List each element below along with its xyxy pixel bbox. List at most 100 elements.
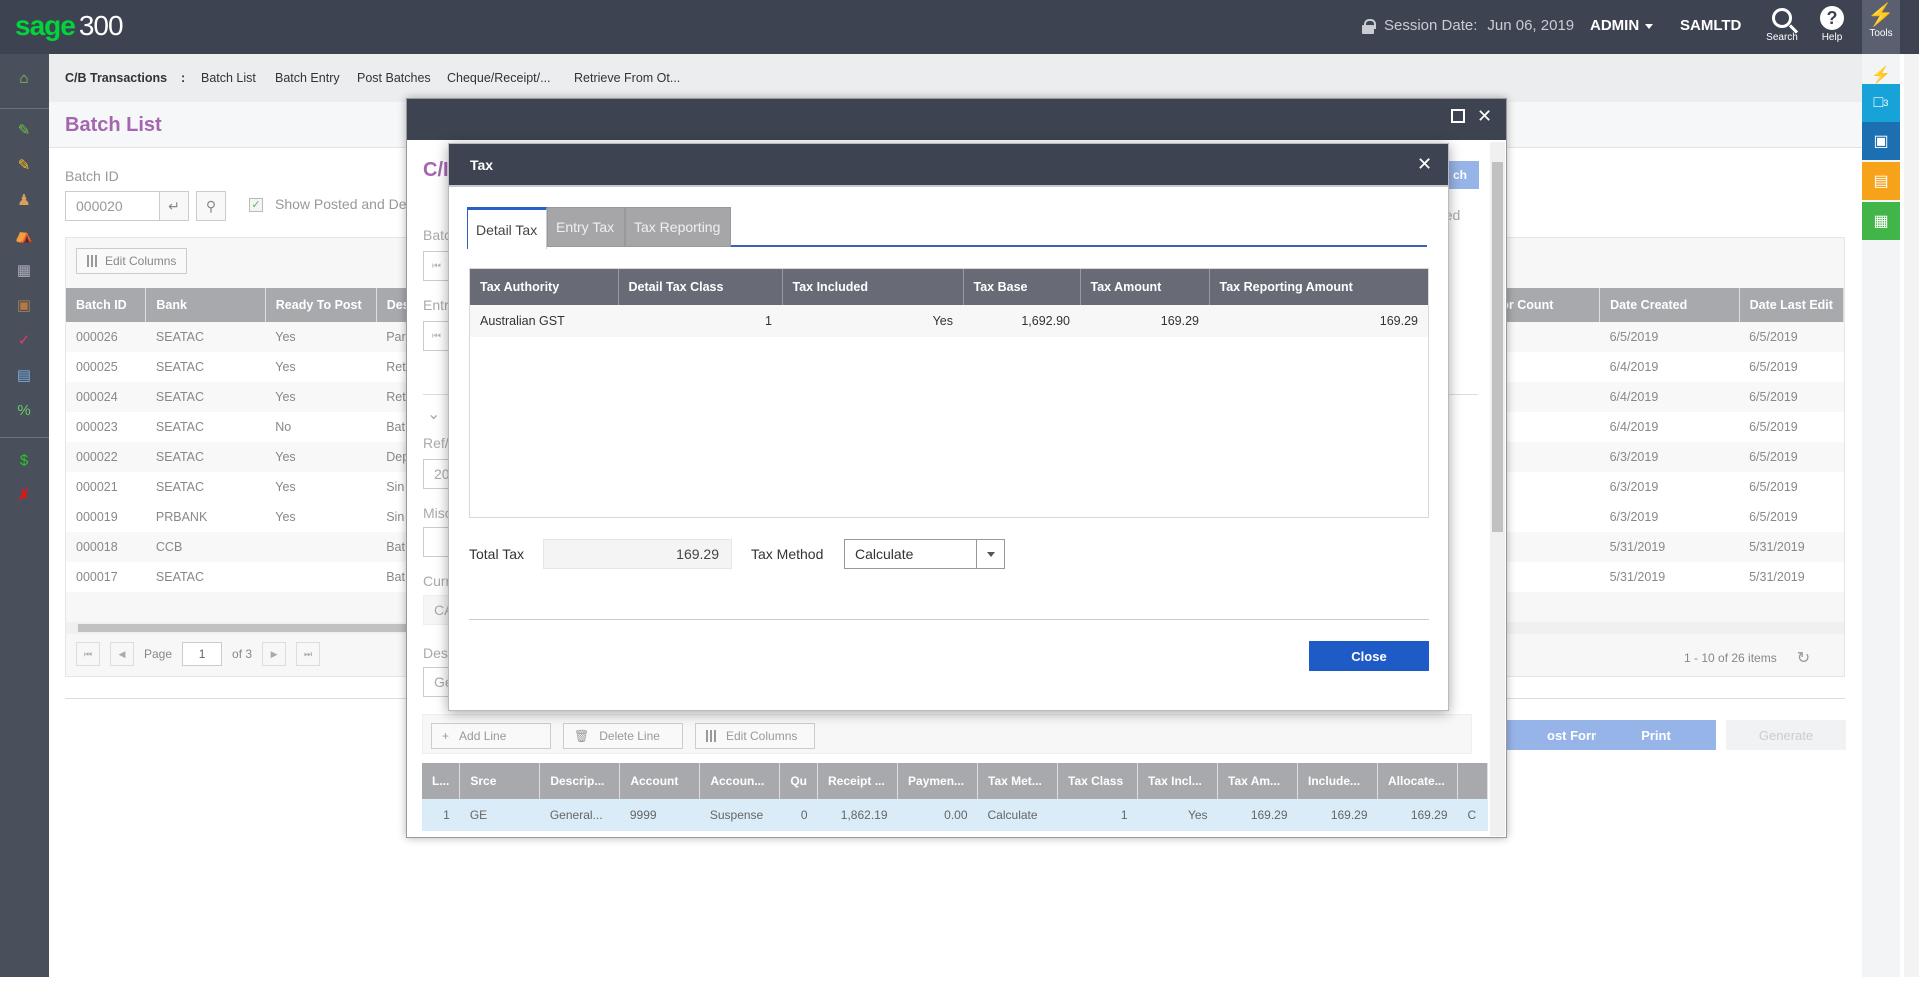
payables-icon[interactable]: ✎ — [12, 153, 36, 177]
help-button[interactable]: ? Help — [1809, 4, 1855, 43]
breadcrumb-retrieve[interactable]: Retrieve From Ot... — [574, 71, 680, 85]
scrollbar-thumb[interactable] — [1492, 162, 1503, 532]
tab-detail-tax[interactable]: Detail Tax — [467, 207, 547, 249]
detail-col-7[interactable]: Paymen... — [897, 763, 979, 799]
sage-logo[interactable]: sage 300 — [15, 10, 124, 42]
dialog-close-button[interactable]: ✕ — [1417, 154, 1432, 175]
inventory-icon[interactable]: ▣ — [12, 293, 36, 317]
refresh-icon[interactable]: ↻ — [1797, 648, 1810, 668]
col-tax-authority[interactable]: Tax Authority — [470, 269, 619, 305]
detail-cell-7: 0.00 — [897, 799, 978, 831]
breadcrumb-batch-list[interactable]: Batch List — [201, 71, 256, 85]
prev-page-icon[interactable]: ◀ — [110, 642, 134, 666]
page-scrollbar[interactable] — [1904, 54, 1919, 977]
detail-col-1[interactable]: Srce — [459, 763, 541, 799]
detail-col-14[interactable] — [1457, 763, 1489, 799]
cell-bank: SEATAC — [145, 352, 266, 382]
collapse-chevron-icon[interactable]: ⌄ — [427, 404, 440, 424]
col-detail-tax-class[interactable]: Detail Tax Class — [618, 269, 783, 305]
lock-icon — [1362, 18, 1376, 34]
cell-bank: CCB — [145, 532, 266, 562]
detail-col-12[interactable]: Include... — [1297, 763, 1379, 799]
add-line-button[interactable]: + Add Line — [431, 723, 551, 749]
show-posted-checkbox[interactable]: ✓ — [249, 198, 263, 212]
scrollbar-thumb[interactable] — [78, 624, 418, 632]
col-tax-included[interactable]: Tax Included — [782, 269, 964, 305]
batch-id-label: Batch ID — [65, 168, 119, 184]
window-scrollbar[interactable] — [1490, 142, 1505, 836]
generate-button[interactable]: Generate — [1726, 720, 1846, 750]
col-tax-base[interactable]: Tax Base — [963, 269, 1081, 305]
page-title: Batch List — [65, 114, 162, 136]
security-user-icon[interactable]: ♟ — [12, 188, 36, 212]
edit-columns-button[interactable]: Edit Columns — [695, 723, 815, 749]
tools-button[interactable]: ⚡ Tools — [1862, 0, 1900, 54]
maximize-button[interactable] — [1451, 109, 1465, 123]
col-date-created[interactable]: Date Created — [1599, 288, 1740, 322]
next-page-icon[interactable]: ▶ — [262, 642, 287, 666]
bank-icon[interactable]: ⛺ — [12, 223, 36, 247]
detail-col-9[interactable]: Tax Class — [1057, 763, 1139, 799]
detail-col-3[interactable]: Account — [619, 763, 701, 799]
cashbook-icon[interactable]: $ — [12, 448, 36, 472]
receivables-icon[interactable]: ✎ — [12, 118, 36, 142]
cell-tax-amount: 169.29 — [1080, 305, 1209, 337]
tab-entry-tax[interactable]: Entry Tax — [547, 207, 625, 247]
breadcrumb-cheque-receipt[interactable]: Cheque/Receipt/... — [447, 71, 551, 85]
order-entry-icon[interactable]: ✓ — [12, 328, 36, 352]
col-tax-reporting-amount[interactable]: Tax Reporting Amount — [1209, 269, 1428, 305]
company-building-icon[interactable]: ▦ — [12, 258, 36, 282]
col-date-last-edit[interactable]: Date Last Edit — [1739, 288, 1845, 322]
screen-settings-button[interactable]: ▣ — [1862, 122, 1900, 160]
window-close-button[interactable]: ✕ — [1477, 107, 1492, 125]
cell-id: 000024 — [66, 382, 146, 412]
detail-col-8[interactable]: Tax Met... — [977, 763, 1059, 799]
detail-col-2[interactable]: Descrip... — [539, 763, 621, 799]
edit-columns-button[interactable]: Edit Columns — [76, 248, 188, 274]
page-input[interactable]: 1 — [182, 642, 223, 666]
reports-button[interactable]: ▤ — [1862, 162, 1900, 200]
enter-icon[interactable]: ↵ — [159, 191, 189, 221]
detail-col-10[interactable]: Tax Incl... — [1137, 763, 1219, 799]
home-icon[interactable]: ⌂ — [12, 66, 36, 90]
detail-cell-4: Suspense — [699, 799, 780, 831]
batch-id-input[interactable]: 000020 — [65, 191, 160, 221]
post-form-button[interactable]: ost Form — [1497, 720, 1611, 750]
first-page-icon[interactable]: ⏮ — [76, 642, 100, 666]
close-button[interactable]: Close — [1309, 641, 1429, 671]
col-bank[interactable]: Bank — [145, 288, 266, 322]
purchase-orders-icon[interactable]: ▤ — [12, 363, 36, 387]
detail-col-4[interactable]: Accoun... — [699, 763, 781, 799]
delete-line-button[interactable]: 🗑 Delete Line — [563, 723, 683, 749]
breadcrumb-batch-entry[interactable]: Batch Entry — [275, 71, 340, 85]
user-menu[interactable]: ADMIN — [1590, 17, 1654, 34]
print-button[interactable]: Print — [1596, 720, 1716, 750]
detail-col-13[interactable]: Allocate... — [1377, 763, 1459, 799]
cell-edited: 6/5/2019 — [1739, 352, 1844, 382]
tax-method-select[interactable]: Calculate — [844, 539, 1005, 569]
search-icon[interactable]: ⚲ — [196, 191, 226, 221]
tax-services-icon[interactable]: % — [12, 398, 36, 422]
expand-nav-icon[interactable]: ⇥ — [14, 982, 27, 1002]
detail-col-11[interactable]: Tax Am... — [1217, 763, 1299, 799]
total-tax-label: Total Tax — [469, 546, 524, 562]
last-page-icon[interactable]: ⏭ — [296, 642, 321, 666]
table-row[interactable]: Australian GST 1 Yes 1,692.90 169.29 169… — [470, 305, 1428, 337]
breadcrumb-post-batches[interactable]: Post Batches — [357, 71, 431, 85]
detail-col-6[interactable]: Receipt ... — [817, 763, 899, 799]
dropdown-arrow-icon[interactable] — [976, 540, 1004, 568]
cell-ready: Yes — [265, 442, 377, 472]
col-tax-amount[interactable]: Tax Amount — [1080, 269, 1210, 305]
close-x-icon[interactable]: ✗ — [12, 483, 36, 507]
col-batch-id[interactable]: Batch ID — [66, 288, 147, 322]
detail-col-5[interactable]: Qu — [779, 763, 819, 799]
breadcrumb-module[interactable]: C/B Transactions — [65, 71, 167, 85]
windows-button[interactable]: □ 3 — [1862, 84, 1900, 122]
search-button[interactable]: Search — [1759, 4, 1805, 43]
detail-col-0[interactable]: L... — [422, 763, 461, 799]
detail-row[interactable]: 1 GE General... 9999 Suspense 0 1,862.19 0.00 Ca… — [422, 799, 1488, 831]
col-ready-to-post[interactable]: Ready To Post — [265, 288, 377, 322]
tab-tax-reporting[interactable]: Tax Reporting — [625, 207, 731, 247]
pager: ⏮ ◀ Page 1 of 3 ▶ ⏭ — [76, 642, 321, 666]
document-button[interactable]: ▦ — [1862, 202, 1900, 240]
